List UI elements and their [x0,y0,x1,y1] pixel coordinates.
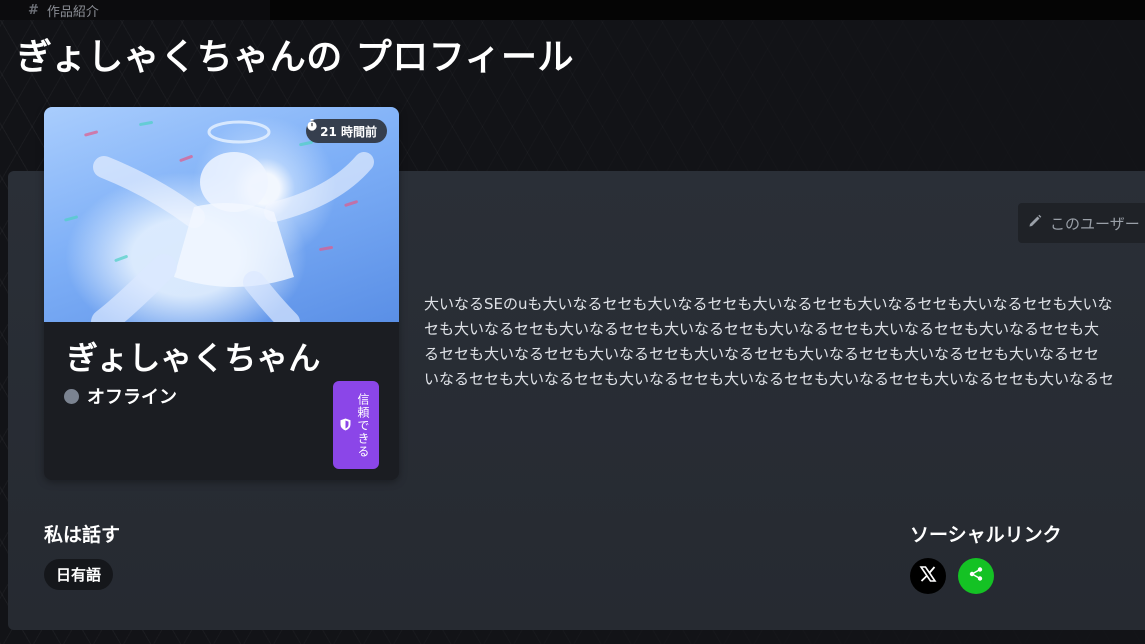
status-text: オフライン [87,387,177,408]
top-bar: # 作品紹介 [0,0,1145,20]
bio-text: 大いなるSEのuも大いなるセセも大いなるセセも大いなるセセも大いなるセセも大いな… [424,292,1145,392]
x-icon [919,565,937,587]
avatar-image: 21 時間前 [44,107,399,322]
trust-label: 信頼できる [356,392,370,458]
page-title: ぎょしゃくちゃんの プロフィール [16,37,575,78]
section-tab-label: 作品紹介 [46,4,99,20]
pencil-icon [1028,214,1042,232]
edit-user-button[interactable]: このユーザー [1018,203,1145,243]
bio-line: 大いなるSEのuも大いなるセセも大いなるセセも大いなるセセも大いなるセセも大いな… [424,295,1113,313]
section-tab[interactable]: # 作品紹介 [0,0,270,20]
time-badge: 21 時間前 [306,119,387,143]
edit-user-label: このユーザー [1050,214,1140,233]
profile-card: 21 時間前 ぎょしゃくちゃん オフライン 信頼できる [44,107,399,480]
language-chip: 日有語 [44,559,114,590]
social-links-title: ソーシャルリンク [910,524,1062,546]
time-ago-text: 21 時間前 [320,124,377,139]
share-button[interactable] [958,558,994,594]
bio-line: いなるセセも大いなるセセも大いなるセセも大いなるセセも大いなるセセも大いなるセセ… [424,370,1115,388]
online-status: オフライン [64,383,177,409]
hash-icon: # [28,2,39,18]
bio-line: セも大いなるセセも大いなるセセも大いなるセセも大いなるセセも大いなるセセも大いな… [424,320,1100,338]
languages-title: 私は話す [44,524,121,546]
x-social-button[interactable] [910,558,946,594]
status-dot-icon [64,388,79,404]
display-name: ぎょしゃくちゃん [66,339,321,377]
bio-line: るセセも大いなるセセも大いなるセセも大いなるセセも大いなるセセも大いなるセセも大… [424,345,1100,363]
shield-icon [340,416,351,435]
share-icon [968,566,984,586]
trust-badge: 信頼できる [333,381,379,469]
